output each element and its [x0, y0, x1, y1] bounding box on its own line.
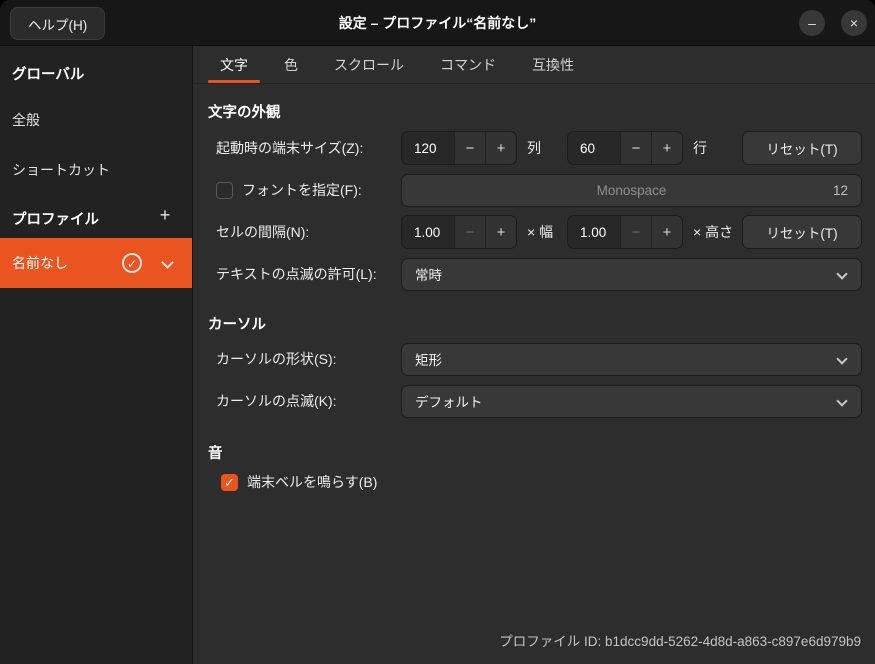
cell-height-decrement-button[interactable]: − — [620, 216, 651, 248]
chevron-down-icon — [836, 353, 847, 364]
default-profile-check-icon: ✓ — [122, 253, 142, 273]
sidebar-item-profile-unnamed[interactable]: 名前なし ✓ — [0, 238, 192, 288]
cell-spacing-row: セルの間隔(N): 1.00 − + × 幅 1.00 − + × 高さ リセッ… — [194, 215, 875, 249]
sidebar-heading-global: グローバル — [12, 63, 84, 84]
cell-width-decrement-button[interactable]: − — [454, 216, 485, 248]
content-pane: 文字 色 スクロール コマンド 互換性 文字の外観 起動時の端末サイズ(Z): … — [194, 46, 875, 664]
terminal-size-reset-button[interactable]: リセット(T) — [742, 131, 862, 165]
minimize-icon: – — [808, 15, 816, 31]
tab-text[interactable]: 文字 — [206, 46, 262, 83]
cell-width-unit-label: × 幅 — [527, 222, 567, 242]
terminal-bell-label: 端末ベルを鳴らす(B) — [247, 472, 377, 492]
tab-bar: 文字 色 スクロール コマンド 互換性 — [194, 46, 875, 84]
profile-id-label: プロファイル ID: — [499, 634, 601, 649]
columns-increment-button[interactable]: + — [485, 132, 516, 164]
cursor-blink-label: カーソルの点滅(K): — [216, 391, 337, 411]
rows-spinbutton: 60 − + — [567, 131, 683, 165]
cell-height-unit-label: × 高さ — [693, 222, 733, 242]
font-chooser-button[interactable]: Monospace 12 — [401, 174, 862, 207]
cell-spacing-label: セルの間隔(N): — [216, 222, 309, 242]
titlebar: ヘルプ(H) 設定 – プロファイル“名前なし” – × — [0, 0, 875, 46]
section-heading-text-appearance: 文字の外観 — [208, 101, 875, 122]
window-title: 設定 – プロファイル“名前なし” — [0, 0, 875, 46]
text-blink-dropdown[interactable]: 常時 — [401, 258, 862, 291]
rows-increment-button[interactable]: + — [651, 132, 682, 164]
font-size: 12 — [833, 175, 848, 206]
cursor-blink-value: デフォルト — [415, 391, 483, 411]
cell-spacing-reset-button[interactable]: リセット(T) — [742, 215, 862, 249]
cursor-shape-dropdown[interactable]: 矩形 — [401, 343, 862, 376]
text-blink-row: テキストの点滅の許可(L): 常時 — [194, 257, 875, 291]
cursor-blink-dropdown[interactable]: デフォルト — [401, 385, 862, 418]
cursor-shape-value: 矩形 — [415, 349, 442, 369]
tab-colors[interactable]: 色 — [270, 46, 312, 83]
rows-decrement-button[interactable]: − — [620, 132, 651, 164]
tab-scrolling[interactable]: スクロール — [320, 46, 418, 83]
plus-icon: + — [160, 205, 171, 225]
profile-menu-chevron-down-icon[interactable] — [161, 256, 174, 269]
preferences-window: ヘルプ(H) 設定 – プロファイル“名前なし” – × グローバル 全般 ショ… — [0, 0, 875, 664]
profile-id-footer: プロファイル ID: b1dcc9dd-5262-4d8d-a863-c897e… — [499, 630, 861, 650]
font-name: Monospace — [402, 175, 861, 206]
cell-width-spinbutton: 1.00 − + — [401, 215, 517, 249]
columns-decrement-button[interactable]: − — [454, 132, 485, 164]
profile-label: 名前なし — [12, 255, 68, 271]
text-blink-value: 常時 — [415, 264, 442, 284]
chevron-down-icon — [836, 268, 847, 279]
chevron-down-icon — [836, 395, 847, 406]
columns-spinbutton: 120 − + — [401, 131, 517, 165]
columns-unit-label: 列 — [527, 138, 567, 158]
help-button[interactable]: ヘルプ(H) — [10, 7, 105, 40]
custom-font-label: フォントを指定(F): — [242, 180, 362, 200]
cell-height-value[interactable]: 1.00 — [568, 216, 620, 248]
section-heading-sound: 音 — [208, 442, 875, 463]
cursor-shape-row: カーソルの形状(S): 矩形 — [194, 342, 875, 376]
add-profile-button[interactable]: + — [152, 202, 178, 228]
cell-width-increment-button[interactable]: + — [485, 216, 516, 248]
rows-value[interactable]: 60 — [568, 132, 620, 164]
close-icon: × — [850, 15, 858, 31]
section-heading-cursor: カーソル — [208, 313, 875, 334]
cursor-blink-row: カーソルの点滅(K): デフォルト — [194, 384, 875, 418]
custom-font-checkbox[interactable] — [216, 182, 233, 199]
custom-font-row: フォントを指定(F): Monospace 12 — [194, 173, 875, 207]
columns-value[interactable]: 120 — [402, 132, 454, 164]
terminal-size-row: 起動時の端末サイズ(Z): 120 − + 列 60 − + 行 リセット(T) — [194, 131, 875, 165]
cell-width-value[interactable]: 1.00 — [402, 216, 454, 248]
rows-unit-label: 行 — [693, 138, 733, 158]
tab-command[interactable]: コマンド — [426, 46, 510, 83]
cell-height-increment-button[interactable]: + — [651, 216, 682, 248]
sidebar-item-shortcuts[interactable]: ショートカット — [0, 160, 192, 180]
text-blink-label: テキストの点滅の許可(L): — [216, 264, 377, 284]
tab-compatibility[interactable]: 互換性 — [518, 46, 588, 83]
close-button[interactable]: × — [841, 10, 867, 36]
cursor-shape-label: カーソルの形状(S): — [216, 349, 337, 369]
terminal-size-label: 起動時の端末サイズ(Z): — [216, 138, 363, 158]
sidebar: グローバル 全般 ショートカット プロファイル + 名前なし ✓ — [0, 46, 193, 664]
sidebar-heading-profiles: プロファイル — [12, 208, 99, 229]
sidebar-item-general[interactable]: 全般 — [0, 110, 192, 130]
profile-id-value: b1dcc9dd-5262-4d8d-a863-c897e6d979b9 — [605, 634, 861, 649]
minimize-button[interactable]: – — [799, 10, 825, 36]
terminal-bell-row: ✓ 端末ベルを鳴らす(B) — [194, 469, 875, 495]
terminal-bell-checkbox[interactable]: ✓ — [221, 474, 238, 491]
cell-height-spinbutton: 1.00 − + — [567, 215, 683, 249]
